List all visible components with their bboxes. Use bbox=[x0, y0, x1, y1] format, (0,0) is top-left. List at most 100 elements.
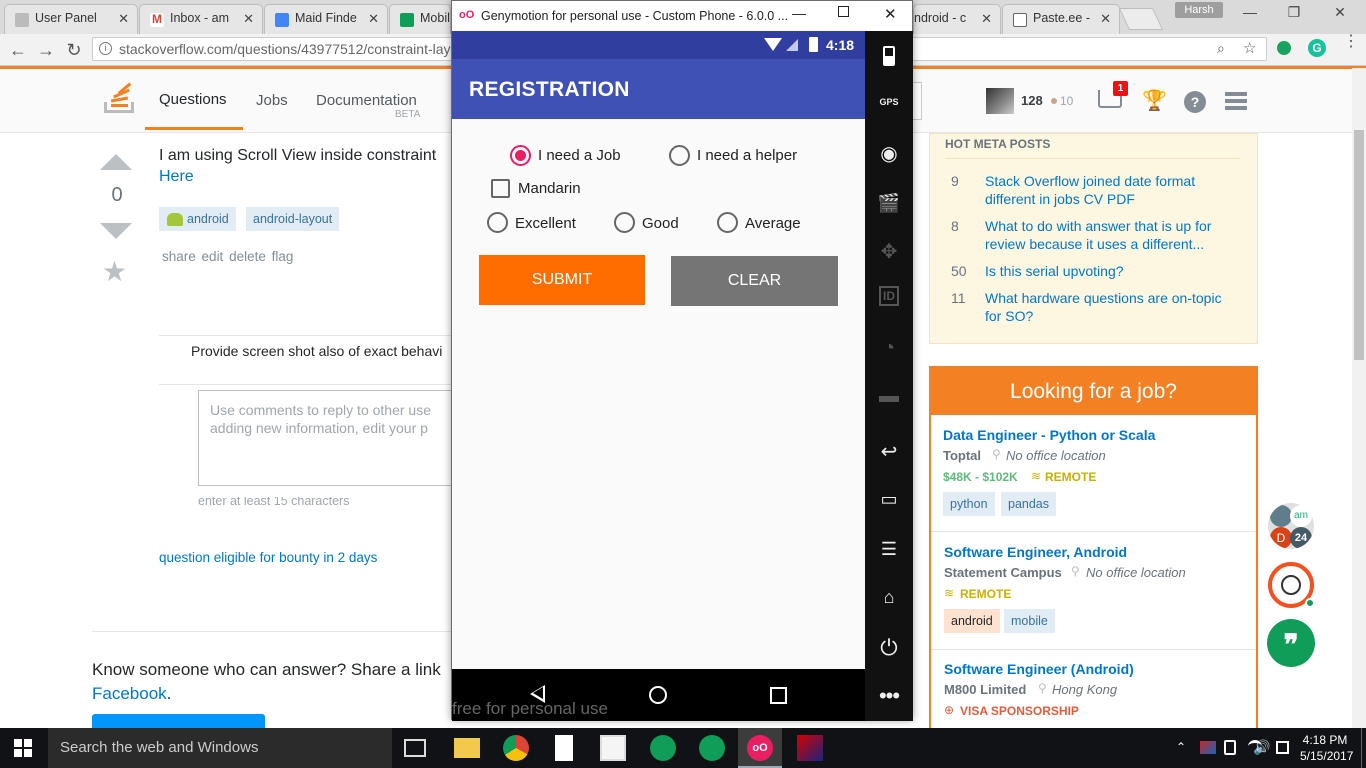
tab-inbox[interactable]: M Inbox - am ✕ bbox=[139, 4, 263, 34]
job-tag[interactable]: mobile bbox=[1004, 609, 1055, 633]
radio-average-label[interactable]: Average bbox=[745, 215, 801, 232]
job-tag[interactable]: pandas bbox=[1001, 492, 1057, 516]
tab-maid-finder[interactable]: Maid Finde ✕ bbox=[264, 4, 388, 34]
chat-avatar-group[interactable]: am D 24 bbox=[1268, 503, 1314, 549]
remote-control-icon[interactable]: ✥ bbox=[865, 239, 913, 264]
page-scrollbar[interactable] bbox=[1352, 68, 1366, 728]
close-icon[interactable]: ✕ bbox=[1100, 11, 1111, 27]
hangouts-taskbar-icon-2[interactable] bbox=[699, 735, 725, 761]
search-box-edge[interactable] bbox=[913, 82, 922, 120]
hangouts-taskbar-icon[interactable] bbox=[650, 735, 676, 761]
minimize-icon[interactable]: — bbox=[1230, 4, 1270, 24]
tab-paste[interactable]: Paste.ee - ✕ bbox=[1002, 4, 1120, 34]
battery-tray-icon[interactable] bbox=[1224, 740, 1236, 755]
gps-widget-icon[interactable]: GPS bbox=[865, 97, 913, 107]
extension-icon[interactable] bbox=[1277, 41, 1291, 55]
sms-icon[interactable]: ▬ bbox=[865, 385, 913, 408]
rail-home-icon[interactable]: ⌂ bbox=[865, 587, 913, 608]
notepad-icon[interactable] bbox=[555, 735, 573, 761]
windows-start-icon[interactable] bbox=[14, 739, 32, 757]
job-title-link[interactable]: Software Engineer (Android) bbox=[944, 661, 1134, 677]
edit-link[interactable]: edit bbox=[202, 249, 224, 264]
power-icon[interactable]: ⏻ bbox=[865, 635, 913, 661]
share-link[interactable]: share bbox=[162, 249, 196, 264]
identifiers-icon[interactable]: ID bbox=[865, 286, 913, 306]
comment-input[interactable]: Use comments to reply to other use addin… bbox=[198, 390, 458, 486]
close-window-icon[interactable]: ✕ bbox=[1320, 4, 1360, 24]
battery-widget-icon[interactable] bbox=[865, 46, 913, 71]
job-tag[interactable]: python bbox=[943, 492, 995, 516]
reload-icon[interactable]: ↻ bbox=[62, 38, 86, 62]
favorite-star-icon[interactable]: ★ bbox=[102, 255, 127, 288]
help-icon[interactable]: ? bbox=[1184, 91, 1206, 113]
job-title-link[interactable]: Data Engineer - Python or Scala bbox=[943, 427, 1155, 443]
photos-icon[interactable] bbox=[600, 735, 626, 761]
action-center-icon[interactable] bbox=[1276, 741, 1289, 754]
radio-good[interactable] bbox=[614, 212, 635, 233]
question-link[interactable]: Here bbox=[159, 168, 194, 186]
clear-button[interactable]: CLEAR bbox=[671, 256, 838, 306]
radio-excellent[interactable] bbox=[487, 212, 508, 233]
maximize-icon[interactable] bbox=[838, 6, 849, 17]
radio-helper[interactable] bbox=[669, 145, 690, 166]
menu-icon[interactable]: ⋮ bbox=[1343, 34, 1359, 50]
forward-icon[interactable]: → bbox=[34, 38, 58, 62]
task-view-icon[interactable] bbox=[404, 739, 426, 757]
close-icon[interactable]: ✕ bbox=[981, 11, 992, 27]
tab-user-panel[interactable]: User Panel ✕ bbox=[4, 4, 138, 34]
radio-job[interactable] bbox=[510, 145, 531, 166]
radio-helper-label[interactable]: I need a helper bbox=[697, 147, 797, 164]
webcam-widget-icon[interactable]: ◉ bbox=[865, 141, 913, 166]
meta-post-link[interactable]: Stack Overflow joined date format differe… bbox=[985, 172, 1195, 208]
avatar[interactable] bbox=[986, 88, 1014, 114]
capture-widget-icon[interactable]: 🎬 bbox=[865, 193, 913, 214]
close-window-icon[interactable]: ✕ bbox=[884, 5, 897, 23]
close-icon[interactable]: ✕ bbox=[368, 11, 379, 27]
tab-android[interactable]: ndroid - c ✕ bbox=[913, 4, 1001, 34]
meta-post-link[interactable]: What hardware questions are on-topic for … bbox=[985, 289, 1222, 325]
tag-android[interactable]: android bbox=[159, 207, 236, 231]
rail-menu-icon[interactable]: ☰ bbox=[865, 539, 913, 560]
recents-icon[interactable] bbox=[770, 687, 787, 704]
close-icon[interactable]: ✕ bbox=[243, 11, 254, 27]
achievements-trophy-icon[interactable]: 🏆 bbox=[1142, 88, 1167, 113]
meta-post-link[interactable]: Is this serial upvoting? bbox=[985, 262, 1124, 280]
jobs-title[interactable]: Looking for a job? bbox=[931, 368, 1256, 415]
profile-button[interactable]: Harsh bbox=[1175, 2, 1223, 18]
genymotion-taskbar-button[interactable]: oO bbox=[738, 728, 782, 768]
checkbox-mandarin[interactable] bbox=[491, 179, 510, 198]
bounty-link[interactable]: question eligible for bounty in 2 days bbox=[159, 550, 377, 565]
file-explorer-icon[interactable] bbox=[454, 738, 480, 758]
radio-good-label[interactable]: Good bbox=[642, 215, 679, 232]
app-taskbar-icon[interactable] bbox=[797, 735, 823, 761]
compass-chat-icon[interactable] bbox=[1268, 562, 1315, 608]
show-desktop-button[interactable] bbox=[1361, 728, 1362, 768]
delete-link[interactable]: delete bbox=[229, 249, 266, 264]
ask-button-partial[interactable] bbox=[92, 714, 265, 728]
restore-icon[interactable]: ❐ bbox=[1274, 4, 1314, 24]
tray-app-icon[interactable] bbox=[1200, 741, 1216, 754]
downvote-icon[interactable] bbox=[100, 223, 132, 239]
more-icon[interactable]: ••• bbox=[865, 683, 913, 709]
upvote-icon[interactable] bbox=[100, 154, 132, 170]
job-tag[interactable]: android bbox=[944, 609, 1000, 633]
stackoverflow-logo-icon[interactable] bbox=[104, 82, 134, 118]
facebook-link[interactable]: Facebook bbox=[92, 684, 167, 703]
volume-icon[interactable]: 🔊 bbox=[1253, 739, 1270, 756]
tag-android-layout[interactable]: android-layout bbox=[246, 207, 340, 231]
info-icon[interactable]: i bbox=[99, 42, 112, 55]
checkbox-mandarin-label[interactable]: Mandarin bbox=[518, 180, 581, 197]
radio-job-label[interactable]: I need a Job bbox=[538, 147, 621, 164]
system-clock[interactable]: 4:18 PM 5/15/2017 bbox=[1300, 732, 1353, 764]
radio-excellent-label[interactable]: Excellent bbox=[515, 215, 576, 232]
radio-average[interactable] bbox=[717, 212, 738, 233]
home-icon[interactable] bbox=[649, 686, 667, 704]
grammarly-icon[interactable]: G bbox=[1308, 39, 1326, 57]
tab-mobile[interactable]: Mobile bbox=[389, 4, 451, 34]
rail-back-icon[interactable]: ↩ bbox=[865, 439, 913, 464]
scrollbar-thumb[interactable] bbox=[1354, 130, 1364, 360]
bookmark-star-icon[interactable]: ☆ bbox=[1243, 39, 1256, 57]
chrome-taskbar-icon[interactable] bbox=[503, 735, 529, 761]
nav-documentation[interactable]: Documentation bbox=[316, 92, 417, 109]
show-hidden-icons[interactable]: ⌃ bbox=[1176, 740, 1186, 754]
